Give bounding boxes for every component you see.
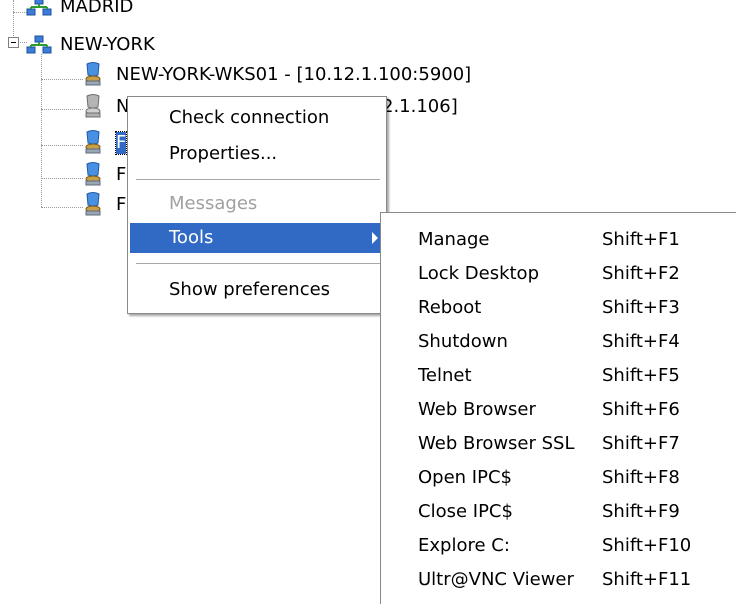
submenu-item-shortcut: Shift+F6	[602, 399, 680, 420]
submenu-item-manage[interactable]: Manage Shift+F1	[381, 223, 736, 257]
menu-item-show-preferences[interactable]: Show preferences	[130, 275, 384, 305]
submenu-item-label: Ultr@VNC Viewer	[418, 569, 574, 590]
computer-blue-icon	[85, 192, 101, 216]
computer-gray-icon	[85, 94, 101, 118]
tree-line-madrid	[13, 12, 27, 13]
menu-item-properties[interactable]: Properties...	[130, 139, 384, 169]
submenu-item-web-browser-ssl[interactable]: Web Browser SSL Shift+F7	[381, 427, 736, 461]
tree-line-host3	[41, 145, 83, 146]
tree-line-host2	[41, 109, 83, 110]
submenu-arrow-icon	[372, 232, 378, 244]
submenu-item-shortcut: Shift+F10	[602, 535, 692, 556]
submenu-item-label: Telnet	[418, 365, 472, 386]
context-menu: Check connection Properties... Messages …	[127, 96, 387, 314]
submenu-item-web-browser[interactable]: Web Browser Shift+F6	[381, 393, 736, 427]
host-label: NEW-YORK-WKS01 - [10.12.1.100:5900]	[116, 64, 472, 85]
submenu-item-shortcut: Shift+F5	[602, 365, 680, 386]
submenu-item-label: Web Browser	[418, 399, 536, 420]
submenu-item-open-ipc[interactable]: Open IPC$ Shift+F8	[381, 461, 736, 495]
menu-item-check-connection[interactable]: Check connection	[130, 103, 384, 133]
submenu-item-label: Close IPC$	[418, 501, 513, 522]
menu-item-label: Show preferences	[169, 279, 331, 300]
submenu-item-reboot[interactable]: Reboot Shift+F3	[381, 291, 736, 325]
submenu-item-ultravnc-viewer[interactable]: Ultr@VNC Viewer Shift+F11	[381, 563, 736, 597]
host-label: F	[116, 164, 127, 185]
network-group-icon	[26, 0, 52, 16]
tools-submenu: Manage Shift+F1 Lock Desktop Shift+F2 Re…	[380, 212, 736, 604]
tree-line-host5	[41, 207, 83, 208]
submenu-item-label: Manage	[418, 229, 490, 250]
host-label: F	[114, 131, 128, 155]
submenu-item-label: Explore C:	[418, 535, 510, 556]
submenu-item-shortcut: Shift+F11	[602, 569, 692, 590]
tree-group-newyork[interactable]: NEW-YORK	[26, 34, 186, 56]
host-label-suffix: 2.1.106]	[382, 96, 458, 117]
submenu-item-shortcut: Shift+F7	[602, 433, 680, 454]
tree-line-root	[13, 0, 14, 36]
computer-blue-icon	[85, 162, 101, 186]
submenu-item-label: Web Browser SSL	[418, 433, 575, 454]
tree-line-host1	[41, 79, 83, 80]
submenu-item-label: Open IPC$	[418, 467, 512, 488]
tree-line-host4	[41, 178, 83, 179]
tree-group-label: MADRID	[60, 0, 134, 17]
submenu-item-explore-c[interactable]: Explore C: Shift+F10	[381, 529, 736, 563]
submenu-item-label: Lock Desktop	[418, 263, 539, 284]
submenu-item-shutdown[interactable]: Shutdown Shift+F4	[381, 325, 736, 359]
menu-item-messages: Messages	[130, 189, 384, 219]
menu-item-label: Properties...	[169, 143, 278, 164]
computer-blue-icon	[85, 62, 101, 86]
menu-item-tools[interactable]: Tools	[130, 223, 384, 253]
computer-blue-icon	[85, 130, 101, 154]
tree-group-madrid[interactable]: MADRID	[26, 0, 186, 18]
submenu-item-shortcut: Shift+F3	[602, 297, 680, 318]
collapse-toggle[interactable]	[8, 37, 19, 48]
submenu-item-close-ipc[interactable]: Close IPC$ Shift+F9	[381, 495, 736, 529]
submenu-item-shortcut: Shift+F2	[602, 263, 680, 284]
tree-group-label: NEW-YORK	[60, 34, 155, 55]
menu-item-label: Tools	[169, 227, 214, 248]
menu-separator	[136, 179, 380, 180]
menu-separator	[136, 263, 380, 264]
submenu-item-shortcut: Shift+F4	[602, 331, 680, 352]
submenu-item-label: Reboot	[418, 297, 482, 318]
submenu-item-shortcut: Shift+F1	[602, 229, 680, 250]
submenu-item-shortcut: Shift+F8	[602, 467, 680, 488]
submenu-item-telnet[interactable]: Telnet Shift+F5	[381, 359, 736, 393]
host-label: F	[116, 194, 127, 215]
menu-item-label: Messages	[169, 193, 258, 214]
submenu-item-label: Shutdown	[418, 331, 508, 352]
submenu-item-lock-desktop[interactable]: Lock Desktop Shift+F2	[381, 257, 736, 291]
tree-host-item[interactable]: NEW-YORK-WKS01 - [10.12.1.100:5900]	[84, 62, 544, 86]
submenu-item-shortcut: Shift+F9	[602, 501, 680, 522]
tree-line-children	[41, 54, 42, 207]
network-group-icon	[26, 35, 52, 54]
menu-item-label: Check connection	[169, 107, 330, 128]
